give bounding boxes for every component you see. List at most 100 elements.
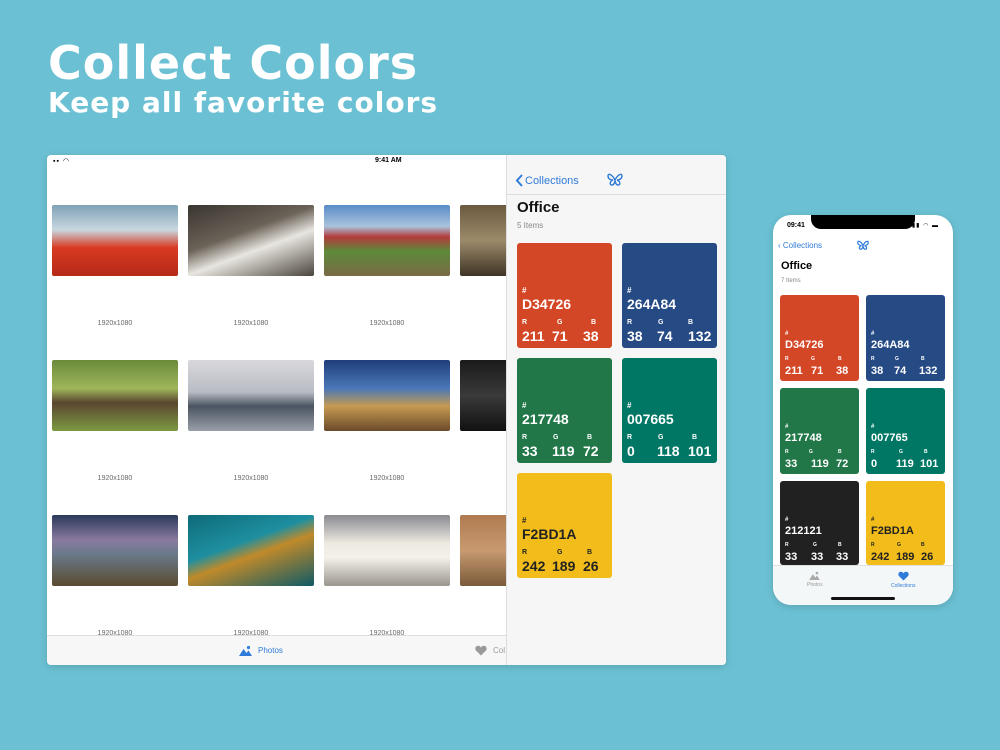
r-label: R xyxy=(522,319,528,326)
tab-photos[interactable]: Photos xyxy=(239,645,283,656)
photo-tile[interactable] xyxy=(324,205,450,276)
hero-title: Collect Colors xyxy=(48,36,419,90)
tab-collections[interactable]: Col xyxy=(475,645,505,656)
g-label: G xyxy=(658,434,664,441)
color-swatch-card[interactable]: # D34726 R G B 211 71 38 xyxy=(517,243,612,348)
photo-thumbnail[interactable] xyxy=(460,205,506,276)
tab-collections[interactable]: Collections xyxy=(891,571,915,589)
collection-detail-panel: Collections Office 5 Items # D34726 R G … xyxy=(506,155,726,665)
photo-thumbnail[interactable] xyxy=(324,360,450,431)
color-swatch-card[interactable]: # 212121 R G B 33 33 33 xyxy=(780,481,859,565)
g-label: G xyxy=(557,549,563,556)
color-swatch-card[interactable]: # 007665 R G B 0 118 101 xyxy=(622,358,717,463)
photo-tile[interactable] xyxy=(188,360,314,431)
b-label: B xyxy=(591,319,597,326)
hash-label: # xyxy=(871,424,875,430)
b-label: B xyxy=(688,319,694,326)
b-label: B xyxy=(924,449,928,455)
hex-value: F2BD1A xyxy=(522,526,577,542)
back-button[interactable]: Collections xyxy=(515,174,579,187)
r-value: 33 xyxy=(522,443,538,459)
r-value: 33 xyxy=(785,458,798,470)
tab-photos[interactable]: Photos xyxy=(807,571,823,588)
collection-title: Office xyxy=(517,199,560,216)
color-swatch-card[interactable]: # 217748 R G B 33 119 72 xyxy=(517,358,612,463)
photo-thumbnail[interactable] xyxy=(324,515,450,586)
r-label: R xyxy=(522,434,528,441)
r-label: R xyxy=(785,356,789,362)
photo-size-label: 1920x1080 xyxy=(233,320,269,327)
b-value: 132 xyxy=(688,328,712,344)
r-value: 38 xyxy=(627,328,643,344)
butterfly-icon[interactable] xyxy=(607,173,623,187)
b-value: 26 xyxy=(583,558,599,574)
r-label: R xyxy=(871,449,875,455)
photo-thumbnail[interactable] xyxy=(52,515,178,586)
hex-value: 007765 xyxy=(871,432,908,444)
home-indicator[interactable] xyxy=(831,597,895,600)
chevron-left-icon: ‹ xyxy=(778,241,781,250)
g-label: G xyxy=(813,542,817,548)
photo-thumbnail[interactable] xyxy=(460,515,506,586)
photos-icon xyxy=(809,571,821,580)
photo-thumbnail[interactable] xyxy=(52,205,178,276)
heart-icon xyxy=(475,645,487,656)
photo-thumbnail[interactable] xyxy=(188,515,314,586)
hash-label: # xyxy=(522,516,527,525)
color-swatch-card[interactable]: # D34726 R G B 211 71 38 xyxy=(780,295,859,381)
g-label: G xyxy=(811,356,815,362)
hash-label: # xyxy=(627,401,632,410)
photo-tile[interactable] xyxy=(188,205,314,276)
photo-tile[interactable] xyxy=(460,515,506,586)
r-value: 242 xyxy=(871,551,890,563)
hash-label: # xyxy=(522,401,527,410)
photo-tile[interactable] xyxy=(52,515,178,586)
hex-value: 212121 xyxy=(785,525,822,537)
b-value: 38 xyxy=(583,328,599,344)
chevron-left-icon xyxy=(515,174,523,187)
g-label: G xyxy=(899,449,903,455)
b-label: B xyxy=(692,434,698,441)
status-time: 9:41 AM xyxy=(375,157,402,164)
r-value: 211 xyxy=(522,328,545,344)
g-value: 118 xyxy=(657,443,680,459)
notch xyxy=(811,215,915,229)
hash-label: # xyxy=(871,517,875,523)
photo-thumbnail[interactable] xyxy=(188,205,314,276)
color-swatch-card[interactable]: # 264A84 R G B 38 74 132 xyxy=(622,243,717,348)
g-value: 71 xyxy=(811,365,824,377)
hex-value: D34726 xyxy=(522,296,572,312)
hash-label: # xyxy=(522,286,527,295)
photo-thumbnail[interactable] xyxy=(52,360,178,431)
color-swatch-card[interactable]: # 217748 R G B 33 119 72 xyxy=(780,388,859,474)
color-swatch-card[interactable]: # F2BD1A R G B 242 189 26 xyxy=(517,473,612,578)
hex-value: 217748 xyxy=(785,432,822,444)
item-count: 5 Items xyxy=(517,221,544,230)
photo-thumbnail[interactable] xyxy=(188,360,314,431)
photo-size-label: 1920x1080 xyxy=(233,475,269,482)
g-label: G xyxy=(557,319,563,326)
photo-tile[interactable] xyxy=(52,360,178,431)
photo-tile[interactable] xyxy=(460,205,506,276)
g-value: 119 xyxy=(552,443,575,459)
b-label: B xyxy=(921,356,925,362)
photo-tile[interactable] xyxy=(324,360,450,431)
b-value: 33 xyxy=(836,551,849,563)
butterfly-icon[interactable] xyxy=(857,240,869,251)
b-value: 38 xyxy=(836,365,849,377)
color-swatch-card[interactable]: # F2BD1A R G B 242 189 26 xyxy=(866,481,945,565)
b-value: 101 xyxy=(688,443,712,459)
hex-value: F2BD1A xyxy=(871,525,914,537)
photo-tile[interactable] xyxy=(460,360,506,431)
color-swatch-card[interactable]: # 264A84 R G B 38 74 132 xyxy=(866,295,945,381)
b-value: 132 xyxy=(919,365,938,377)
photo-tile[interactable] xyxy=(52,205,178,276)
photo-tile[interactable] xyxy=(188,515,314,586)
photo-thumbnail[interactable] xyxy=(324,205,450,276)
g-value: 189 xyxy=(552,558,576,574)
navigation-bar: Collections xyxy=(507,167,726,195)
color-swatch-card[interactable]: # 007765 R G B 0 119 101 xyxy=(866,388,945,474)
back-button[interactable]: ‹ Collections xyxy=(778,241,822,250)
photo-thumbnail[interactable] xyxy=(460,360,506,431)
photo-tile[interactable] xyxy=(324,515,450,586)
